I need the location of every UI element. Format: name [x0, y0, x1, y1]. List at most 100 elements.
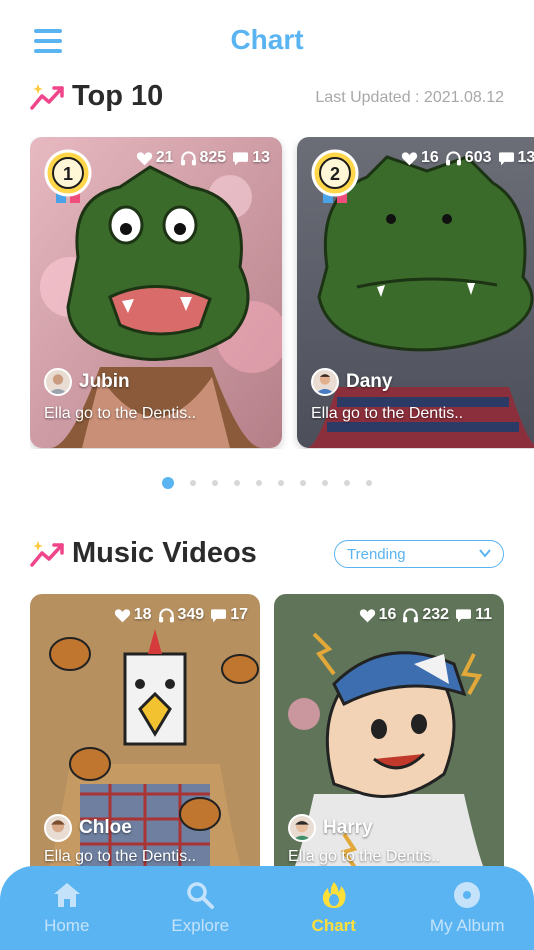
pager-dot[interactable]	[256, 480, 262, 486]
tab-label: Home	[44, 916, 90, 935]
tab-my-album[interactable]: My Album	[401, 866, 534, 950]
tab-chart[interactable]: Chart	[267, 866, 401, 950]
card-author[interactable]: Jubin	[44, 368, 130, 396]
disc-icon	[454, 882, 481, 908]
song-title: Ella go to the Dentis..	[44, 405, 197, 422]
comment-icon	[232, 151, 249, 166]
pager-dot[interactable]	[344, 480, 350, 486]
comment-icon	[455, 608, 472, 623]
pager-dot[interactable]	[366, 480, 372, 486]
card-stats: 16 603 13	[395, 149, 534, 167]
likes-stat: 18	[114, 606, 152, 624]
last-updated: Last Updated : 2021.08.12	[315, 89, 504, 106]
tab-home[interactable]: Home	[0, 866, 134, 950]
author-name: Jubin	[79, 371, 130, 392]
likes-count: 18	[133, 606, 152, 623]
likes-stat: 21	[136, 149, 174, 167]
rank-medal-icon: 1	[44, 149, 92, 203]
likes-stat: 16	[359, 606, 397, 624]
comments-count: 13	[252, 149, 270, 166]
listens-stat: 825	[180, 149, 227, 167]
rank-medal-icon: 2	[311, 149, 359, 203]
app-bar: Chart	[0, 0, 534, 80]
music-videos-title: Music Videos	[72, 537, 257, 569]
rank-number: 2	[330, 164, 340, 184]
headphones-icon	[445, 151, 462, 166]
rank-number: 1	[63, 164, 73, 184]
top10-header: Top 10	[30, 80, 163, 113]
listens-stat: 603	[445, 149, 492, 167]
card-author[interactable]: Dany	[311, 368, 392, 396]
comments-count: 13	[517, 149, 534, 166]
tab-label: Explore	[171, 916, 230, 935]
listens-stat: 349	[158, 606, 205, 624]
avatar	[44, 368, 72, 396]
heart-icon	[359, 608, 376, 623]
comments-count: 17	[230, 606, 248, 623]
headphones-icon	[158, 608, 175, 623]
pager-dot[interactable]	[278, 480, 284, 486]
author-name: Chloe	[79, 817, 132, 838]
headphones-icon	[402, 608, 419, 623]
tab-explore[interactable]: Explore	[134, 866, 268, 950]
sort-dropdown[interactable]: Trending	[334, 540, 504, 568]
pager-dot[interactable]	[190, 480, 196, 486]
likes-count: 16	[378, 606, 397, 623]
pager-dot[interactable]	[234, 480, 240, 486]
comments-stat: 11	[455, 606, 492, 624]
listens-stat: 232	[402, 606, 449, 624]
listens-count: 232	[422, 606, 450, 623]
comments-stat: 13	[498, 149, 534, 167]
heart-icon	[401, 151, 418, 166]
card-stats: 18 349 17	[108, 606, 248, 624]
page-title: Chart	[230, 24, 304, 55]
likes-stat: 16	[401, 149, 439, 167]
top10-card[interactable]: 1 21 825 13 Jubin Ella go to the Dentis.…	[30, 137, 282, 448]
card-author[interactable]: Harry	[288, 814, 373, 842]
heart-icon	[136, 151, 153, 166]
top10-carousel[interactable]: 1 21 825 13 Jubin Ella go to the Dentis.…	[30, 137, 534, 449]
comment-icon	[498, 151, 515, 166]
headphones-icon	[180, 151, 197, 166]
comment-icon	[210, 608, 227, 623]
card-stats: 21 825 13	[130, 149, 270, 167]
listens-count: 603	[464, 149, 492, 166]
home-icon	[53, 883, 80, 907]
author-name: Dany	[346, 371, 393, 392]
top10-card[interactable]: 2 16 603 13 Dany Ella go to the Dentis..	[297, 137, 534, 448]
pager-dot[interactable]	[300, 480, 306, 486]
pager-dot[interactable]	[162, 477, 174, 489]
search-icon	[187, 882, 215, 909]
comments-count: 11	[475, 606, 492, 623]
author-name: Harry	[323, 817, 373, 838]
avatar	[311, 368, 339, 396]
likes-count: 16	[421, 149, 439, 166]
music-videos-header: Music Videos	[30, 537, 257, 570]
carousel-pager	[0, 477, 534, 489]
listens-count: 349	[177, 606, 205, 623]
comments-stat: 13	[232, 149, 270, 167]
tab-label: Chart	[311, 916, 356, 935]
music-video-card[interactable]: 16 232 11 Harry Ella go to the Dentis..	[274, 594, 504, 884]
sort-dropdown-value: Trending	[347, 545, 406, 563]
trending-icon	[30, 82, 64, 112]
music-video-card[interactable]: 18 349 17 Chloe Ella go to the Dentis..	[30, 594, 260, 884]
flame-icon	[322, 882, 346, 908]
bottom-tab-bar: Home Explore Chart My Album	[0, 866, 534, 950]
avatar	[44, 814, 72, 842]
likes-count: 21	[155, 149, 174, 166]
song-title: Ella go to the Dentis..	[44, 848, 197, 865]
listens-count: 825	[199, 149, 227, 166]
pager-dot[interactable]	[322, 480, 328, 486]
heart-icon	[114, 608, 131, 623]
card-stats: 16 232 11	[353, 606, 492, 624]
trending-icon	[30, 539, 64, 569]
top10-title: Top 10	[72, 80, 164, 112]
card-author[interactable]: Chloe	[44, 814, 132, 842]
song-title: Ella go to the Dentis..	[288, 848, 441, 865]
tab-label: My Album	[429, 916, 505, 935]
chevron-down-icon	[479, 549, 491, 558]
pager-dot[interactable]	[212, 480, 218, 486]
song-title: Ella go to the Dentis..	[311, 405, 464, 422]
avatar	[288, 814, 316, 842]
